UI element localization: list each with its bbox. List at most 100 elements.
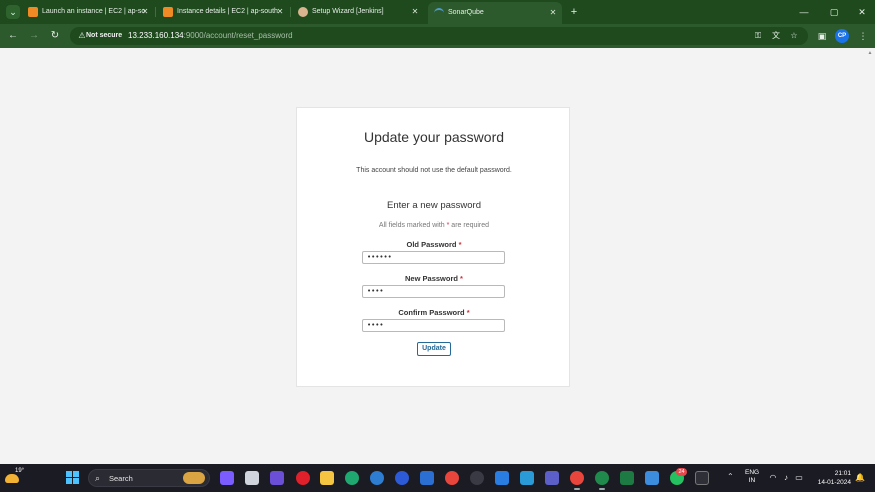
chrome-profile-icon[interactable] [570,471,584,490]
not-secure-label[interactable]: Not secure [86,27,122,45]
windows-start-icon[interactable] [66,471,80,485]
field-label-text: Confirm Password [398,308,465,317]
scroll-up-arrow-icon[interactable]: ▲ [867,50,873,56]
github-icon[interactable] [470,471,484,485]
update-button[interactable]: Update [417,342,451,356]
field-label-text: Old Password [406,240,457,249]
field-label-text: New Password [405,274,458,283]
close-tab-icon[interactable]: ✕ [410,3,420,21]
whatsapp-notification-badge: 24 [676,468,687,476]
form-heading: Enter a new password [387,200,481,211]
url-host: 13.233.160.134 [128,31,184,40]
old-password-input[interactable]: •••••• [362,251,505,264]
reload-icon[interactable]: ↻ [47,28,63,44]
widgets-app-icon[interactable] [220,471,234,485]
required-star: * [460,274,463,283]
chrome-icon[interactable] [445,471,459,485]
store-icon[interactable] [420,471,434,485]
minimize-icon[interactable]: — [797,3,811,21]
tab-search-menu-icon[interactable]: ⌄ [6,5,20,19]
side-panel-icon[interactable]: ▣ [814,28,830,44]
url-path: :9000/account/reset_password [183,31,293,40]
wifi-icon[interactable]: ◠ [768,473,778,483]
required-fields-note: All fields marked with * are required [297,222,571,229]
maximize-icon[interactable]: ▢ [827,3,841,21]
language-region: IN [748,477,756,484]
new-password-input[interactable]: •••• [362,285,505,298]
new-password-label: New Password * [297,274,571,283]
page-title: Update your password [363,129,505,145]
required-star: * [466,308,470,317]
system-clock[interactable]: 21:01 14-01-2024 [811,469,851,487]
tab-instance-details[interactable]: Instance details | EC2 | ap-south ✕ [163,3,285,21]
zoom-icon[interactable] [395,471,409,485]
address-bar[interactable]: ⚠ Not secure 13.233.160.134:9000/account… [70,27,808,45]
browser-tab-strip: ⌄ Launch an instance | EC2 | ap-so ✕ Ins… [0,0,875,24]
terminal-app-icon[interactable] [520,471,534,485]
meet-app-icon[interactable] [270,471,284,485]
battery-icon[interactable]: ▭ [794,473,804,483]
edge-icon[interactable] [345,471,359,485]
search-label: Search [109,474,133,483]
new-tab-button[interactable]: + [567,3,581,21]
chrome-active-icon[interactable] [595,471,609,490]
close-window-icon[interactable]: ✕ [855,3,869,21]
windows-taskbar: 19° ⌕ Search ⌃ ENG IN ◠ ♪ ▭ 21:01 14-01-20… [0,464,875,492]
weather-widget[interactable]: 19° [5,468,25,487]
tab-title: Instance details | EC2 | ap-south [177,8,278,15]
profile-avatar[interactable]: CP [835,29,849,43]
search-highlight-icon [183,472,205,484]
file-explorer-icon[interactable] [320,471,334,485]
default-password-warning: This account should not use the default … [356,167,512,174]
aws-icon [28,7,38,17]
teams-icon[interactable] [545,471,559,485]
search-icon: ⌕ [95,473,101,483]
old-password-label: Old Password * [297,240,571,249]
sonarqube-icon [434,8,444,18]
excel-icon[interactable] [620,471,634,485]
tab-sonarqube[interactable]: SonarQube ✕ [428,2,562,24]
taskbar-search-box[interactable]: ⌕ Search [88,469,210,487]
tab-separator [155,7,156,17]
close-tab-icon[interactable]: ✕ [548,2,558,24]
safari-like-icon[interactable] [370,471,384,485]
password-key-icon[interactable]: ⚿ [752,30,764,42]
task-view-icon[interactable] [245,471,259,485]
mail-icon[interactable] [495,471,509,485]
browser-toolbar: ← → ↻ ⚠ Not secure 13.233.160.134:9000/a… [0,24,875,48]
tab-title: SonarQube [448,9,484,16]
opera-icon[interactable] [296,471,310,485]
clock-date: 14-01-2024 [817,479,851,486]
reset-password-card: Update your password This account should… [296,107,570,387]
language-code: ENG [745,469,760,476]
more-menu-icon[interactable]: ⋮ [855,28,871,44]
tab-launch-instance[interactable]: Launch an instance | EC2 | ap-so ✕ [28,3,150,21]
back-icon[interactable]: ← [5,28,21,44]
photos-icon[interactable] [645,471,659,485]
tab-title: Launch an instance | EC2 | ap-so [42,8,146,15]
weather-icon [5,474,19,483]
required-note-prefix: All fields marked with [378,222,447,229]
required-note-suffix: are required [449,222,490,229]
clock-time: 21:01 [834,470,851,477]
volume-icon[interactable]: ♪ [781,473,791,483]
show-hidden-icons-chevron-icon[interactable]: ⌃ [727,472,734,481]
confirm-password-input[interactable]: •••• [362,319,505,332]
weather-temperature: 19° [15,468,25,474]
translate-icon[interactable]: 文 [770,30,782,42]
bookmark-star-icon[interactable]: ☆ [788,30,800,42]
tab-title: Setup Wizard [Jenkins] [312,8,384,15]
tab-separator [290,7,291,17]
page-content: ▲ Update your password This account shou… [0,48,875,464]
tab-jenkins-setup[interactable]: Setup Wizard [Jenkins] ✕ [298,3,420,21]
command-prompt-icon[interactable] [695,471,709,485]
url-text[interactable]: 13.233.160.134:9000/account/reset_passwo… [128,27,293,45]
notification-bell-icon[interactable]: 🔔 [855,473,865,483]
close-tab-icon[interactable]: ✕ [275,3,285,21]
language-indicator[interactable]: ENG IN [745,469,759,485]
required-star: * [458,240,462,249]
forward-icon[interactable]: → [26,28,42,44]
aws-icon [163,7,173,17]
jenkins-icon [298,7,308,17]
close-tab-icon[interactable]: ✕ [140,3,150,21]
